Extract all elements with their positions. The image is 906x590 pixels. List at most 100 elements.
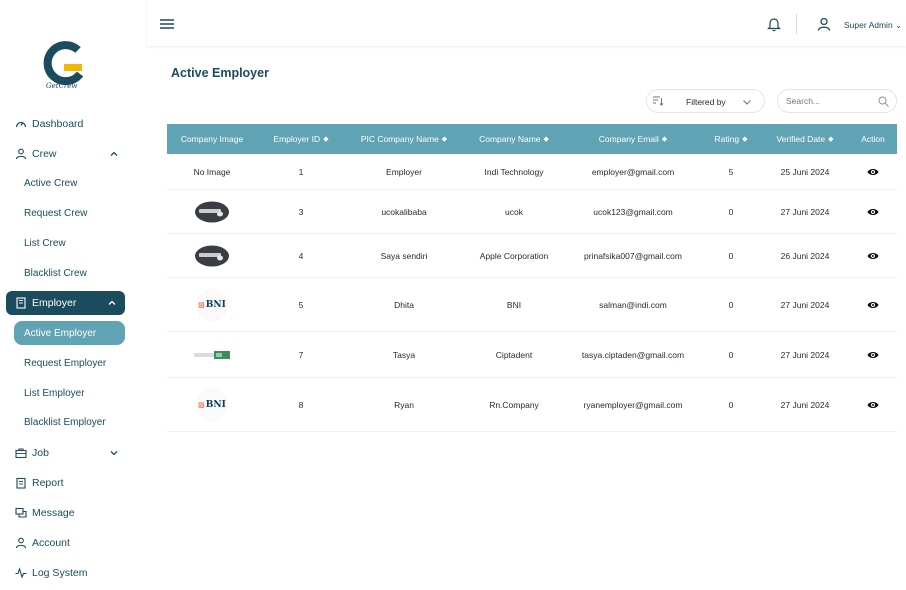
sidebar-item-log-system[interactable]: Log System <box>0 562 147 584</box>
column-header-employer-id[interactable]: Employer ID ◆ <box>257 124 345 154</box>
cell-employer-id: 4 <box>298 250 304 261</box>
cell-employer-id: 5 <box>298 299 304 310</box>
user-menu[interactable]: Super Admin ⌄ <box>844 20 902 31</box>
column-header-company-image: Company Image <box>180 134 244 144</box>
sidebar-item-report[interactable]: Report <box>0 472 147 494</box>
cell-action <box>849 278 897 331</box>
sidebar-item-crew[interactable]: Crew <box>0 143 147 165</box>
filter-icon <box>653 96 664 106</box>
sidebar-item-label: Employer <box>32 297 77 309</box>
cell-employer-id: 1 <box>298 166 304 177</box>
sidebar-item-job[interactable]: Job <box>0 442 147 464</box>
cell-company-image: ▨ BNI <box>167 378 257 431</box>
table-row: No Image 1 Employer Indi Technology employer… <box>167 154 897 190</box>
report-icon <box>14 476 28 490</box>
cell-pic-company-name: Dhita <box>394 299 414 310</box>
account-icon <box>14 536 28 550</box>
eye-icon[interactable] <box>867 300 879 310</box>
column-header-company-email[interactable]: Company Email ◆ <box>565 124 701 154</box>
dashboard-icon <box>14 117 28 131</box>
eye-icon[interactable] <box>867 167 879 177</box>
cell-employer-id: 7 <box>298 349 304 360</box>
cell-pic-company-name: Tasya <box>392 349 416 360</box>
cell-verified-date: 27 Juni 2024 <box>780 299 830 310</box>
sidebar-subitem-list-crew[interactable]: List Crew <box>24 233 66 253</box>
column-header-rating[interactable]: Rating ◆ <box>701 124 761 154</box>
cell-company-email: salman@indi.com <box>599 299 667 310</box>
cell-company-name: BNI <box>506 299 522 310</box>
filter-label: Filtered by <box>686 97 726 107</box>
sidebar-subitem-request-employer[interactable]: Request Employer <box>24 353 106 373</box>
user-icon[interactable] <box>817 17 831 31</box>
cell-pic-company-name: Saya sendiri <box>380 250 428 261</box>
cell-company-image <box>167 234 257 277</box>
cell-action <box>849 234 897 277</box>
cell-employer-id: 8 <box>298 399 304 410</box>
job-icon <box>14 446 28 460</box>
no-image-text: No Image <box>193 166 231 177</box>
sidebar-item-label: Report <box>32 477 64 489</box>
cell-rating: 0 <box>728 250 734 261</box>
search-box <box>777 89 897 113</box>
sidebar-item-label: Message <box>32 507 75 519</box>
table-row: 7 Tasya Ciptadent tasya.ciptaden@gmail.com 0… <box>167 332 897 378</box>
sort-icon: ◆ <box>543 135 549 143</box>
cell-action <box>849 378 897 431</box>
eye-icon[interactable] <box>867 251 879 261</box>
chevron-up-icon[interactable] <box>105 296 119 310</box>
cell-rating: 0 <box>728 349 734 360</box>
cell-company-name: Ciptadent <box>495 349 533 360</box>
cell-company-name: Indi Technology <box>484 166 544 177</box>
chevron-up-icon[interactable] <box>107 147 121 161</box>
cell-company-email: ryanemployer@gmail.com <box>583 399 683 410</box>
sidebar-subitem-blacklist-employer[interactable]: Blacklist Employer <box>24 412 106 432</box>
cell-action <box>849 190 897 233</box>
sort-icon: ◆ <box>323 135 329 143</box>
sidebar-subitem-blacklist-crew[interactable]: Blacklist Crew <box>24 263 87 283</box>
eye-icon[interactable] <box>867 400 879 410</box>
cell-employer-id: 3 <box>298 206 304 217</box>
sidebar-subitem-active-crew[interactable]: Active Crew <box>24 173 77 193</box>
sidebar-item-label: Dashboard <box>32 118 84 130</box>
chevron-down-icon <box>743 100 751 105</box>
sidebar-item-account[interactable]: Account <box>0 532 147 554</box>
sidebar-subitem-list-employer[interactable]: List Employer <box>24 383 85 403</box>
company-image: ▨ BNI <box>197 389 227 420</box>
company-image: ▨ BNI <box>197 289 227 320</box>
cell-company-name: ucok <box>505 206 523 217</box>
bell-icon[interactable] <box>767 16 781 32</box>
sidebar-item-label: Log System <box>32 567 88 579</box>
eye-icon[interactable] <box>867 207 879 217</box>
brand-name: GetCrew <box>46 82 78 90</box>
sidebar-item-dashboard[interactable]: Dashboard <box>0 113 147 135</box>
search-input[interactable] <box>786 94 876 108</box>
table-row: ▨ BNI 5 Dhita BNI salman@indi.com 0 27 Juni 202… <box>167 278 897 332</box>
search-icon[interactable] <box>878 96 889 107</box>
user-name: Super Admin <box>844 20 893 30</box>
column-header-action: Action <box>861 134 885 144</box>
sidebar-item-message[interactable]: Message <box>0 502 147 524</box>
sidebar-subitem-active-employer[interactable]: Active Employer <box>14 321 125 345</box>
column-header-company-name[interactable]: Company Name ◆ <box>463 124 565 154</box>
employer-table: Company Image Employer ID ◆ PIC Company N… <box>167 124 897 444</box>
filter-dropdown[interactable]: Filtered by <box>646 89 765 113</box>
chevron-down-icon[interactable] <box>107 446 121 460</box>
table-header: Company Image Employer ID ◆ PIC Company N… <box>167 124 897 154</box>
cell-company-image <box>167 332 257 377</box>
cell-rating: 5 <box>728 166 734 177</box>
crew-icon <box>14 147 28 161</box>
table-body: No Image 1 Employer Indi Technology employer… <box>167 154 897 444</box>
sidebar-item-employer[interactable]: Employer <box>6 291 125 315</box>
sidebar-item-label: Job <box>32 447 49 459</box>
cell-rating: 0 <box>728 399 734 410</box>
eye-icon[interactable] <box>867 350 879 360</box>
column-header-pic-company-name[interactable]: PIC Company Name ◆ <box>345 124 463 154</box>
column-header-verified-date[interactable]: Verified Date ◆ <box>761 124 849 154</box>
sort-icon: ◆ <box>828 135 834 143</box>
sidebar-subitem-request-crew[interactable]: Request Crew <box>24 203 87 223</box>
log-icon <box>14 566 28 580</box>
table-row: 4 Saya sendiri Apple Corporation prinafsika… <box>167 234 897 278</box>
page-title: Active Employer <box>171 66 269 80</box>
cell-verified-date: 27 Juni 2024 <box>780 349 830 360</box>
menu-icon[interactable] <box>160 19 174 29</box>
